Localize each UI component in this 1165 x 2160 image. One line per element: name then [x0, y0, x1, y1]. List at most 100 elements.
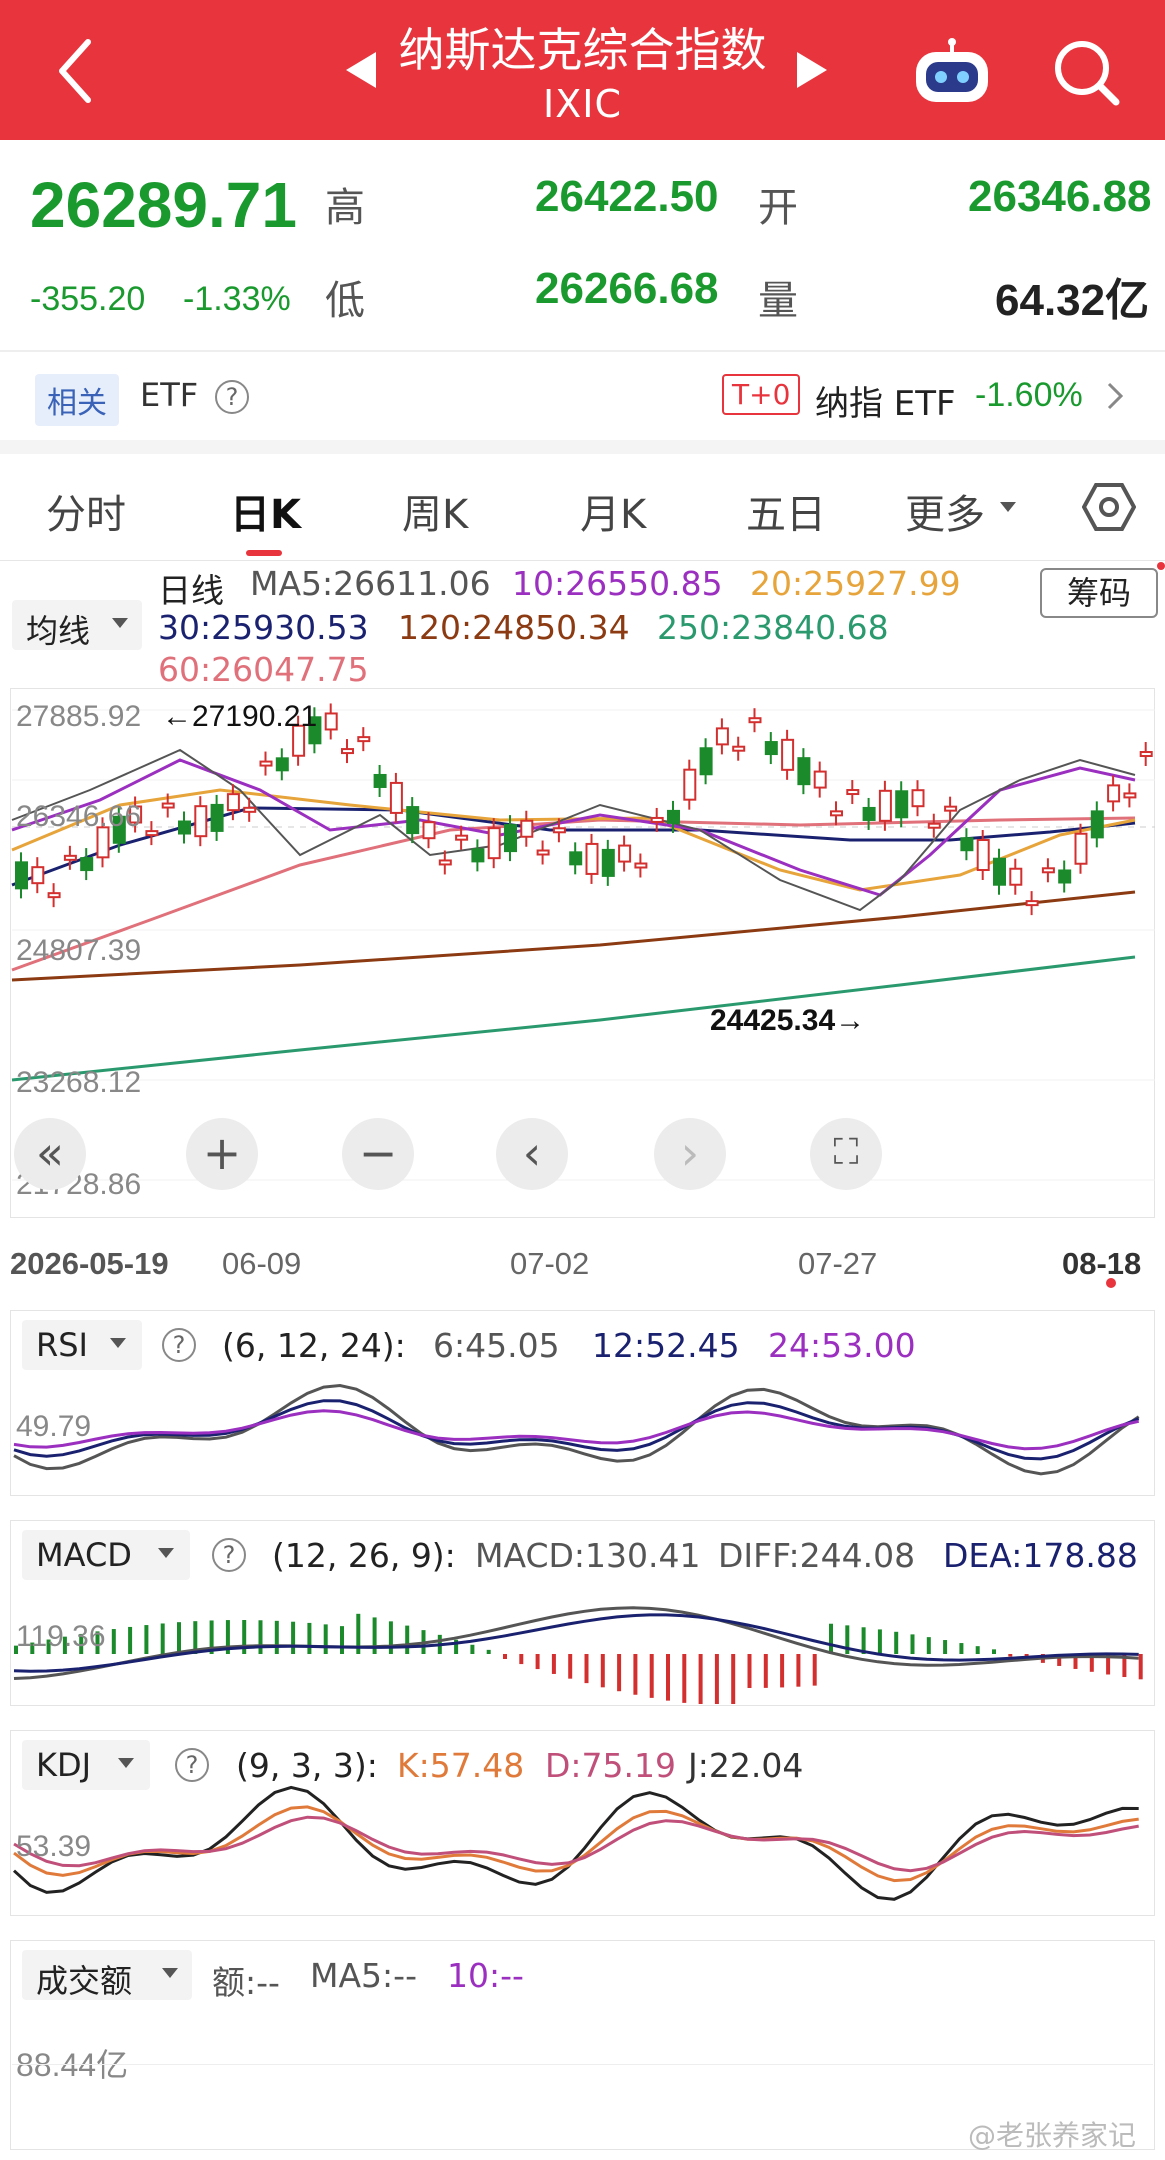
rsi24-value: 24:53.00 — [768, 1326, 916, 1365]
tab-4[interactable]: 月K — [580, 482, 646, 540]
date-label-5: 08-18 — [1062, 1246, 1142, 1281]
candle-body — [1009, 867, 1023, 886]
tab-1[interactable]: 分时 — [46, 482, 126, 540]
high-annotation: ←27190.21 — [162, 700, 318, 733]
candle-body — [373, 773, 387, 788]
help-icon[interactable]: ? — [162, 1328, 196, 1362]
grid-line — [12, 2064, 1153, 2065]
candle-body — [911, 789, 925, 808]
candle-body — [226, 793, 240, 812]
price-change: -355.20 — [30, 280, 146, 318]
candle-body — [422, 821, 436, 840]
ma-period-label: 日线 — [158, 571, 224, 610]
candle-body — [389, 781, 403, 814]
macd-selector[interactable]: MACD — [22, 1530, 190, 1580]
active-tab-indicator — [246, 550, 282, 556]
turnover-ma10: 10:-- — [447, 1956, 524, 1995]
candle-body — [944, 805, 958, 812]
candle-body — [63, 854, 77, 861]
rsi24-line — [13, 1409, 1140, 1451]
candle-body — [471, 848, 485, 863]
kdj-params: (9, 3, 3): — [236, 1746, 378, 1785]
kline-plot[interactable] — [0, 680, 1165, 1280]
hexagon-settings-icon[interactable] — [1081, 482, 1137, 536]
tab-5[interactable]: 五日 — [746, 482, 826, 540]
fullscreen-button[interactable]: ⛶ — [810, 1118, 882, 1190]
candle-body — [830, 810, 843, 817]
caret-down-icon — [158, 1548, 174, 1558]
candle-body — [846, 789, 860, 796]
scroll-left-button[interactable]: ‹ — [496, 1118, 568, 1190]
ma20-value: 20:25927.99 — [750, 564, 961, 603]
candle-body — [1107, 784, 1121, 803]
kdj-selector-label: KDJ — [36, 1746, 92, 1784]
open-label: 开 — [758, 185, 798, 231]
candle-body — [552, 827, 566, 834]
scroll-right-button[interactable]: › — [654, 1118, 726, 1190]
zoom-out-button[interactable]: − — [342, 1118, 414, 1190]
candle-body — [781, 738, 795, 771]
rsi6-line — [13, 1383, 1140, 1476]
kdj-plot — [12, 1785, 1139, 1901]
etf-change: -1.60% — [975, 376, 1083, 414]
etf-name-link[interactable]: 纳指 ETF — [815, 376, 956, 425]
tab-6[interactable]: 更多 — [905, 482, 985, 540]
candle-body — [210, 803, 224, 832]
y-tick-4: 23268.12 — [16, 1066, 142, 1099]
candle-body — [487, 827, 501, 860]
low-label: 低 — [325, 278, 365, 324]
tab-3[interactable]: 周K — [402, 482, 468, 540]
related-tag: 相关 — [35, 374, 119, 426]
rsi12-value: 12:52.45 — [592, 1326, 740, 1365]
robot-icon[interactable] — [912, 38, 992, 110]
tab-2[interactable]: 日K — [230, 482, 301, 540]
candle-body — [1139, 751, 1153, 758]
t0-badge: T+0 — [722, 374, 801, 415]
last-price: 26289.71 — [30, 169, 297, 241]
turnover-tick: 88.44亿 — [16, 2047, 129, 2083]
help-icon[interactable]: ? — [212, 1538, 246, 1572]
date-label-4: 07-27 — [798, 1246, 878, 1281]
d-line — [13, 1815, 1139, 1873]
candle-body — [748, 717, 762, 724]
scroll-left-fast-button[interactable]: « — [14, 1118, 86, 1190]
open-value: 26346.88 — [968, 172, 1152, 221]
candle-body — [813, 770, 827, 789]
rsi-selector[interactable]: RSI — [22, 1320, 142, 1370]
search-icon[interactable] — [1052, 38, 1122, 112]
candle-body — [47, 892, 61, 899]
macd-params: (12, 26, 9): — [272, 1536, 456, 1575]
help-icon[interactable]: ? — [215, 380, 249, 414]
rsi6-value: 6:45.05 — [433, 1326, 560, 1365]
low-annotation: 24425.34→ — [710, 1004, 866, 1037]
candle-body — [357, 736, 371, 743]
candle-body — [618, 844, 632, 863]
candle-body — [667, 809, 680, 824]
candle-body — [406, 806, 420, 835]
candle-body — [650, 816, 664, 823]
candle-body — [797, 757, 811, 786]
candle-body — [341, 748, 354, 755]
rsi-params: (6, 12, 24): — [222, 1326, 406, 1365]
current-date-dot — [1106, 1278, 1116, 1288]
candle-body — [1058, 869, 1072, 884]
macd-selector-label: MACD — [36, 1536, 132, 1574]
candle-body — [520, 819, 534, 838]
candle-body — [1123, 792, 1137, 799]
help-icon[interactable]: ? — [175, 1748, 209, 1782]
ma-selector[interactable]: 均线 — [12, 600, 142, 650]
candle-body — [634, 862, 648, 869]
turnover-selector[interactable]: 成交额 — [22, 1950, 192, 2000]
app-header: 纳斯达克综合指数 IXIC — [0, 0, 1165, 140]
chip-button[interactable]: 筹码 — [1040, 568, 1158, 618]
next-index-icon[interactable] — [795, 50, 831, 94]
ma120-line — [11, 890, 1136, 982]
volume-value: 64.32亿 — [995, 276, 1150, 325]
dea-value: DEA:178.88 — [943, 1536, 1138, 1575]
j-value: J:22.04 — [688, 1746, 804, 1785]
rsi-plot — [13, 1383, 1140, 1476]
kdj-selector[interactable]: KDJ — [22, 1740, 150, 1790]
zoom-in-button[interactable]: + — [186, 1118, 258, 1190]
chevron-right-icon[interactable] — [1105, 380, 1125, 416]
macd-plot — [13, 1606, 1143, 1704]
